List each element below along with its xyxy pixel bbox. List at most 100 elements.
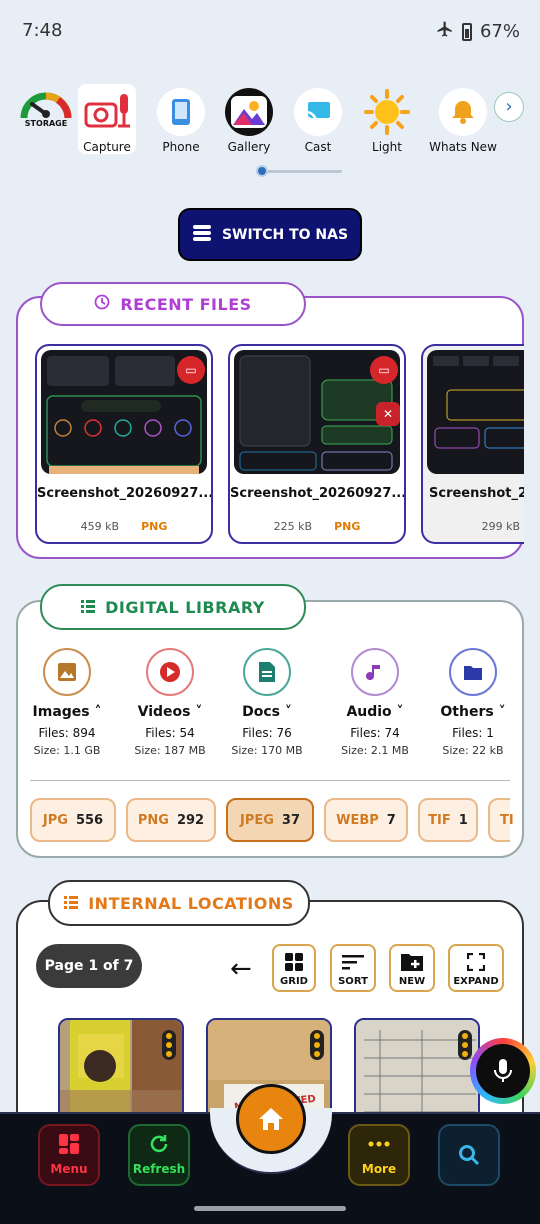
gallery-label: Gallery	[227, 140, 271, 154]
home-icon	[259, 1108, 283, 1130]
search-button[interactable]	[438, 1124, 500, 1186]
category-size: Size: 22 kB	[442, 744, 504, 757]
cast-icon	[294, 88, 342, 136]
refresh-icon	[130, 1126, 188, 1162]
capture-label: Capture	[83, 140, 131, 154]
menu-icon	[40, 1126, 98, 1162]
ext-chip-partial[interactable]: TI	[488, 798, 514, 842]
gesture-bar[interactable]	[194, 1206, 346, 1211]
more-vert-icon[interactable]	[310, 1030, 324, 1060]
back-arrow-icon[interactable]: ←	[230, 954, 252, 984]
category-docs[interactable]: Docs ˅ Files: 76 Size: 170 MB	[222, 648, 312, 757]
server-icon	[192, 224, 212, 246]
voice-search-button[interactable]	[470, 1038, 536, 1104]
ext-chip-jpeg[interactable]: JPEG 37	[226, 798, 314, 842]
folder-icon[interactable]: ▭	[370, 356, 398, 384]
close-icon[interactable]: ✕	[376, 402, 400, 426]
category-name: Images ˄	[32, 704, 102, 720]
category-images[interactable]: Images ˄ Files: 894 Size: 1.1 GB	[22, 648, 112, 757]
whats-new-button[interactable]: Whats New	[425, 84, 501, 154]
airplane-icon	[436, 20, 454, 43]
cast-button[interactable]: Cast	[286, 84, 350, 154]
new-label: NEW	[398, 976, 426, 987]
ext-chip-png[interactable]: PNG 292	[126, 798, 216, 842]
grid-button[interactable]: GRID	[272, 944, 316, 992]
recent-file-card[interactable]: ▭ ✕ Screenshot_20260927... 225 kB PNG	[228, 344, 406, 544]
more-button[interactable]: More	[348, 1124, 410, 1186]
status-bar: 7:48 67%	[0, 0, 540, 60]
image-icon	[43, 648, 91, 696]
storage-label: STORAGE	[24, 119, 68, 128]
clock: 7:48	[22, 20, 63, 41]
more-vert-icon[interactable]	[458, 1030, 472, 1060]
folder-icon[interactable]: ▭	[177, 356, 205, 384]
category-files: Files: 894	[38, 726, 96, 740]
quick-action-bar: STORAGE Capture Phone Gallery Cast Light	[0, 84, 540, 164]
file-thumbnail	[427, 350, 524, 474]
phone-button[interactable]: Phone	[149, 84, 213, 154]
refresh-button[interactable]: Refresh	[128, 1124, 190, 1186]
battery-icon	[461, 22, 472, 41]
category-files: Files: 54	[145, 726, 195, 740]
more-vert-icon[interactable]	[162, 1030, 176, 1060]
file-name: Screenshot_20260927...	[230, 486, 404, 501]
file-size: 299 kB	[481, 520, 520, 533]
file-ext: PNG	[334, 520, 361, 533]
menu-button[interactable]: Menu	[38, 1124, 100, 1186]
gallery-button[interactable]: Gallery	[217, 84, 281, 154]
expand-button[interactable]: EXPAND	[448, 944, 504, 992]
recent-files-title: RECENT FILES	[120, 294, 252, 314]
switch-to-nas-label: SWITCH TO NAS	[221, 226, 349, 243]
new-button[interactable]: NEW	[389, 944, 435, 992]
switch-to-nas-button[interactable]: SWITCH TO NAS	[178, 208, 362, 261]
internal-locations-header: INTERNAL LOCATIONS	[48, 880, 310, 926]
list-icon	[64, 894, 79, 913]
status-right: 67%	[436, 20, 520, 43]
storage-gauge[interactable]	[18, 84, 74, 140]
capture-button[interactable]: Capture	[78, 84, 136, 154]
menu-label: Menu	[50, 1162, 88, 1176]
category-others[interactable]: Others ˅ Files: 1 Size: 22 kB	[428, 648, 518, 757]
page-indicator[interactable]: Page 1 of 7	[36, 944, 142, 988]
folder-icon	[449, 648, 497, 696]
category-name: Videos ˅	[137, 704, 203, 720]
light-button[interactable]: Light	[355, 84, 419, 154]
light-label: Light	[372, 140, 402, 154]
grid-label: GRID	[280, 976, 308, 987]
category-audio[interactable]: Audio ˅ Files: 74 Size: 2.1 MB	[330, 648, 420, 757]
internal-locations-title: INTERNAL LOCATIONS	[88, 893, 294, 913]
category-files: Files: 76	[242, 726, 292, 740]
file-meta: 459 kB PNG	[37, 520, 211, 533]
grid-icon	[274, 948, 314, 976]
category-size: Size: 170 MB	[231, 744, 303, 757]
category-size: Size: 187 MB	[134, 744, 206, 757]
home-button[interactable]	[236, 1084, 306, 1154]
capture-icon	[83, 88, 131, 136]
category-size: Size: 2.1 MB	[341, 744, 409, 757]
ext-chip-jpg[interactable]: JPG 556	[30, 798, 116, 842]
cast-label: Cast	[304, 140, 332, 154]
recent-file-card[interactable]: Screenshot_20 299 kB	[421, 344, 524, 544]
scroll-dot[interactable]	[256, 165, 268, 177]
sort-button[interactable]: SORT	[330, 944, 376, 992]
category-files: Files: 74	[350, 726, 400, 740]
recent-file-card[interactable]: ▭ Screenshot_20260927... 459 kB PNG	[35, 344, 213, 544]
bell-icon	[439, 88, 487, 136]
battery-percent: 67%	[479, 21, 520, 42]
more-label: More	[361, 1162, 397, 1176]
quick-bar-scroll-indicator[interactable]	[256, 165, 342, 177]
category-name: Audio ˅	[346, 704, 404, 720]
library-divider	[30, 780, 510, 781]
recent-files-header: RECENT FILES	[40, 282, 306, 326]
file-ext: PNG	[141, 520, 168, 533]
file-name: Screenshot_20260927...	[37, 486, 211, 501]
category-videos[interactable]: Videos ˅ Files: 54 Size: 187 MB	[125, 648, 215, 757]
category-files: Files: 1	[452, 726, 494, 740]
ext-chip-webp[interactable]: WEBP 7	[324, 798, 408, 842]
phone-label: Phone	[162, 140, 200, 154]
chevron-right-icon[interactable]: ›	[494, 92, 524, 122]
phone-icon	[157, 88, 205, 136]
file-name: Screenshot_20	[429, 486, 524, 501]
file-meta: 225 kB PNG	[230, 520, 404, 533]
ext-chip-tif[interactable]: TIF 1	[418, 798, 478, 842]
